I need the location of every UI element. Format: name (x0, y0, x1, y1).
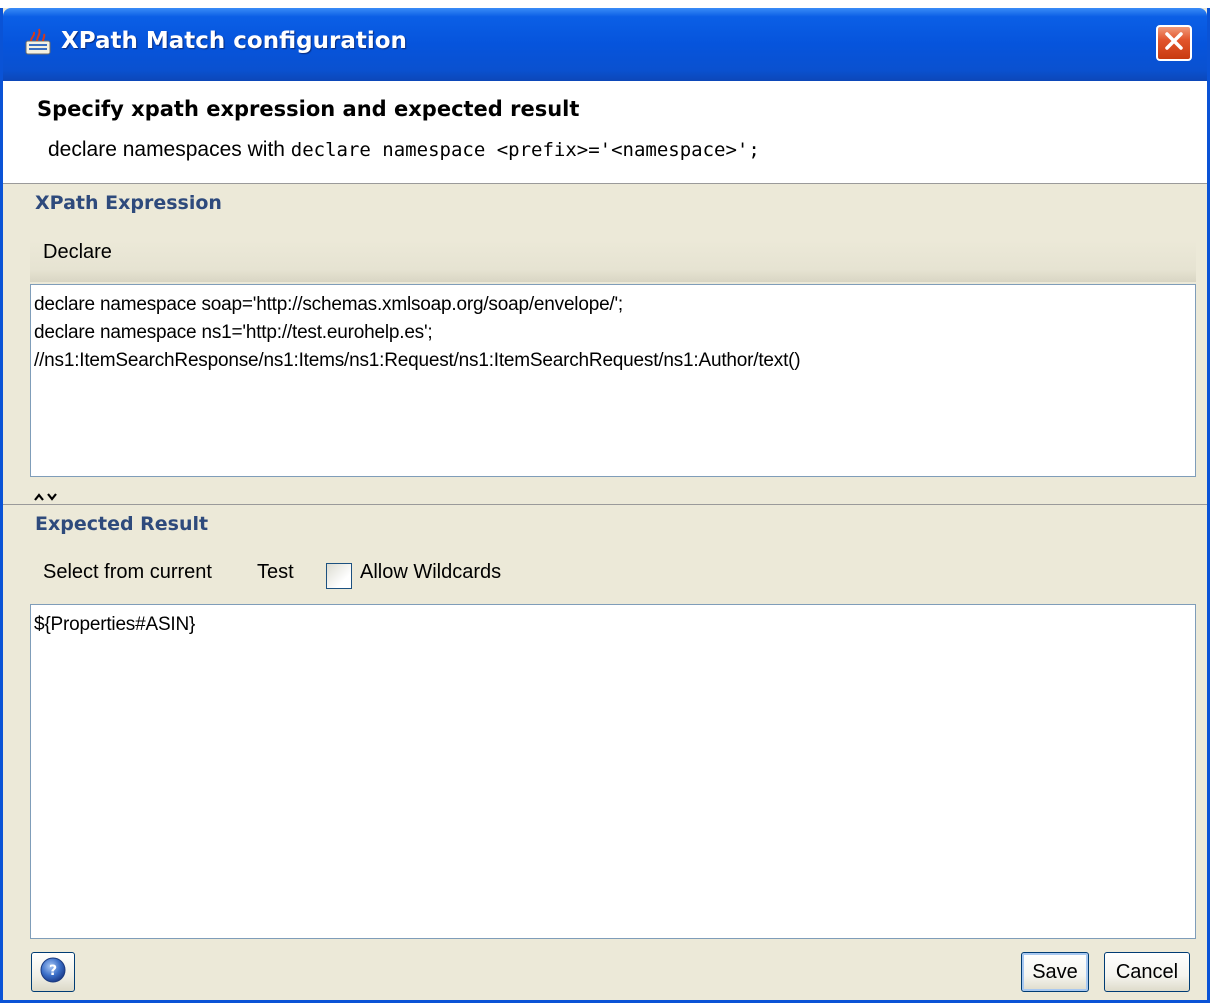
java-app-icon (25, 27, 51, 55)
close-icon (1163, 30, 1185, 56)
xpath-line: declare namespace soap='http://schemas.x… (34, 294, 624, 315)
declare-button[interactable]: Declare (43, 241, 112, 264)
xpath-toolbar (30, 240, 1196, 282)
xpath-line: //ns1:ItemSearchResponse/ns1:Items/ns1:R… (34, 350, 801, 371)
divider-line (3, 504, 1207, 505)
save-button[interactable]: Save (1021, 952, 1089, 992)
xpath-line: declare namespace ns1='http://test.euroh… (34, 322, 433, 343)
window-title: XPath Match configuration (61, 28, 407, 54)
expected-result-value: ${Properties#ASIN} (34, 614, 196, 635)
dialog-window: XPath Match configuration Specify xpath … (0, 8, 1210, 1003)
cancel-button[interactable]: Cancel (1104, 952, 1190, 992)
svg-text:?: ? (49, 963, 57, 979)
expected-result-editor[interactable]: ${Properties#ASIN} (30, 604, 1196, 939)
select-from-current-button[interactable]: Select from current (43, 561, 212, 584)
allow-wildcards-label[interactable]: Allow Wildcards (360, 561, 501, 584)
dialog-header: Specify xpath expression and expected re… (3, 81, 1207, 184)
allow-wildcards-checkbox[interactable] (326, 563, 352, 589)
help-button[interactable]: ? (31, 952, 75, 992)
xpath-editor[interactable]: declare namespace soap='http://schemas.x… (30, 284, 1196, 477)
help-icon: ? (39, 956, 67, 988)
header-description: declare namespaces with declare namespac… (48, 138, 760, 162)
split-pane-divider[interactable] (3, 486, 1207, 506)
title-bar[interactable]: XPath Match configuration (3, 8, 1207, 81)
header-desc-code: declare namespace <prefix>='<namespace>'… (290, 139, 760, 161)
expected-section-label: Expected Result (35, 513, 209, 535)
header-title: Specify xpath expression and expected re… (37, 97, 580, 121)
header-desc-prefix: declare namespaces with (48, 138, 291, 161)
close-button[interactable] (1156, 25, 1192, 61)
xpath-section-label: XPath Expression (35, 192, 222, 214)
test-button[interactable]: Test (257, 561, 294, 584)
